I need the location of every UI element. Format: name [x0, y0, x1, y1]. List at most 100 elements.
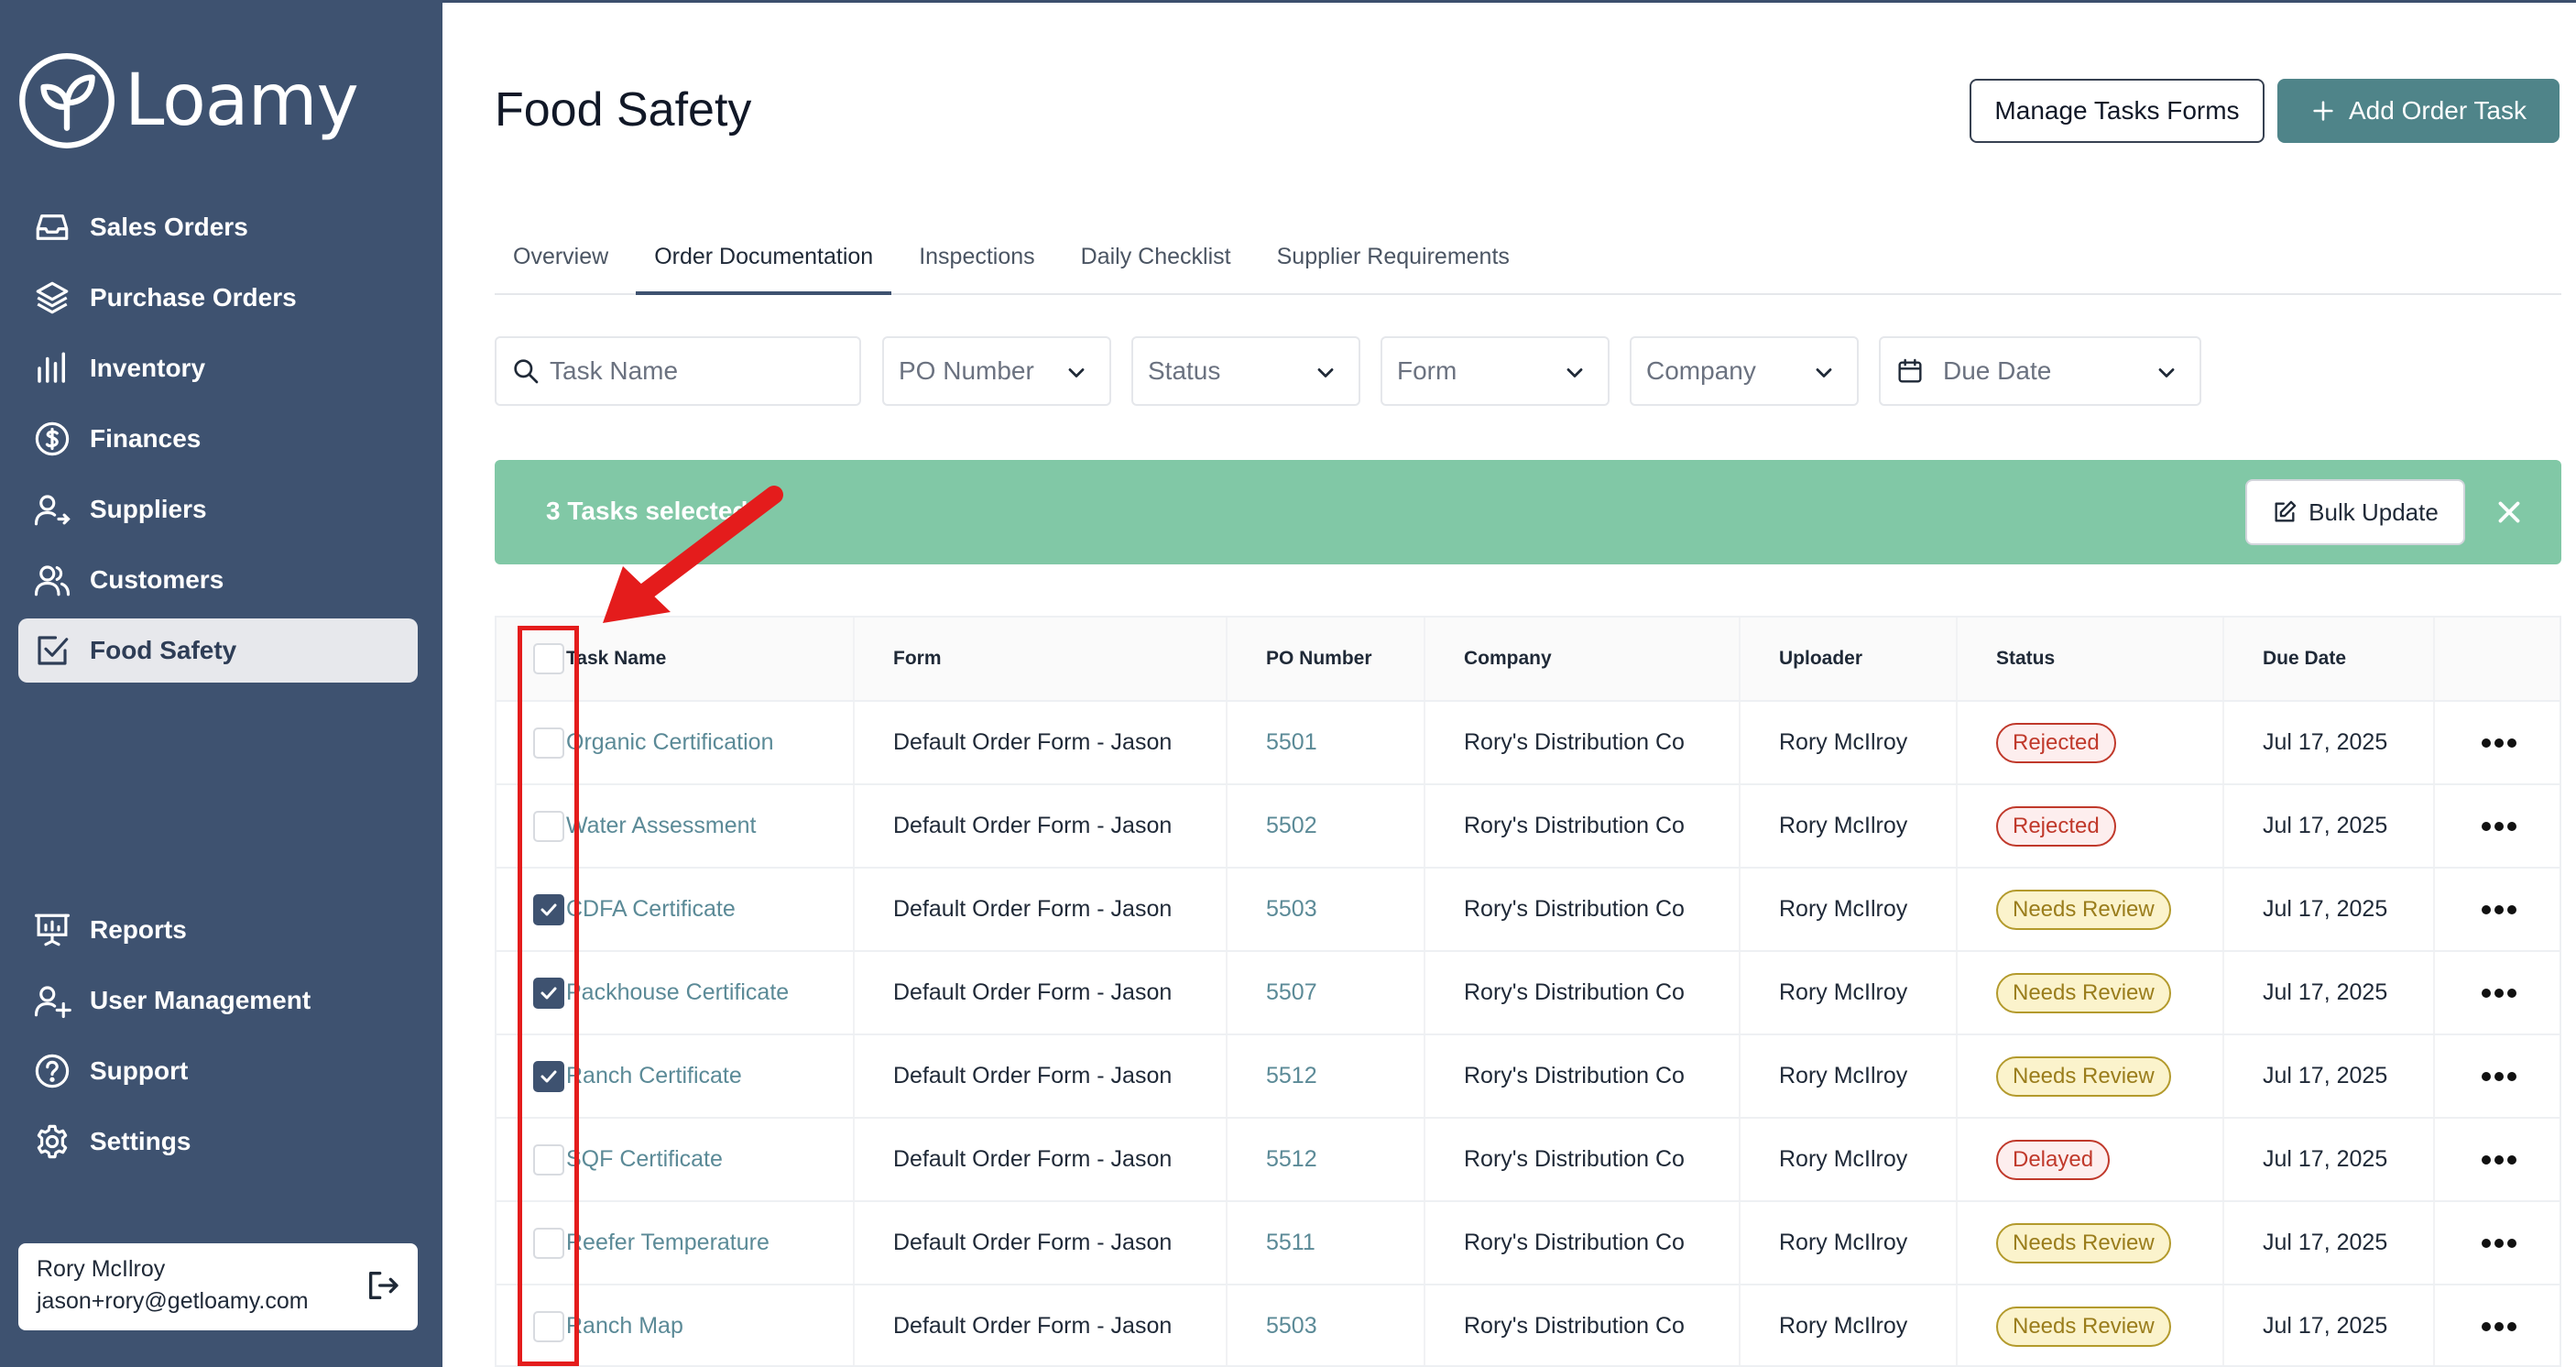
task-name-link[interactable]: Ranch Map	[566, 1313, 683, 1340]
table-row[interactable]: Organic Certification Default Order Form …	[497, 702, 2560, 785]
tab-daily-checklist[interactable]: Daily Checklist	[1063, 229, 1250, 295]
table-row[interactable]: Reefer Temperature Default Order Form - J…	[497, 1202, 2560, 1285]
nav-item-reports[interactable]: Reports	[18, 898, 418, 962]
table-row[interactable]: Packhouse Certificate Default Order Form …	[497, 952, 2560, 1035]
due-date-value: Jul 17, 2025	[2263, 1146, 2388, 1172]
nav-item-inventory[interactable]: Inventory	[18, 336, 418, 400]
task-name-link[interactable]: Water Assessment	[566, 813, 756, 839]
status-badge: Needs Review	[1996, 972, 2171, 1013]
tab-order-documentation[interactable]: Order Documentation	[636, 229, 892, 295]
logout-icon[interactable]	[365, 1267, 401, 1304]
close-icon[interactable]	[2492, 495, 2527, 530]
table-row[interactable]: CDFA Certificate Default Order Form - Jas…	[497, 869, 2560, 952]
status-cell: Needs Review	[1958, 1202, 2224, 1284]
form-filter[interactable]: Form	[1381, 336, 1610, 406]
task-name-link[interactable]: Reefer Temperature	[566, 1230, 770, 1256]
user-arrow-icon	[34, 495, 71, 526]
nav-item-support[interactable]: Support	[18, 1039, 418, 1103]
task-name-link[interactable]: SQF Certificate	[566, 1146, 723, 1173]
more-options-icon[interactable]	[2481, 904, 2517, 915]
more-options-icon[interactable]	[2481, 1071, 2517, 1082]
status-cell: Needs Review	[1958, 869, 2224, 950]
nav-label: Food Safety	[90, 636, 237, 664]
manage-tasks-forms-button[interactable]: Manage Tasks Forms	[1970, 79, 2265, 143]
more-options-icon[interactable]	[2481, 1154, 2517, 1165]
po-number-link[interactable]: 5511	[1266, 1230, 1315, 1256]
nav-item-food-safety[interactable]: Food Safety	[18, 618, 418, 683]
user-name: Rory McIlroy	[37, 1256, 166, 1282]
po-number-link[interactable]: 5502	[1266, 813, 1317, 839]
column-header[interactable]: Status	[1958, 618, 2224, 700]
table-row[interactable]: Ranch Map Default Order Form - Jason 5503 R…	[497, 1285, 2560, 1365]
company-cell: Rory's Distribution Co	[1425, 952, 1741, 1033]
due-date-value: Jul 17, 2025	[2263, 979, 2388, 1005]
task-name-link[interactable]: CDFA Certificate	[566, 896, 736, 923]
po-number-filter[interactable]: PO Number	[882, 336, 1111, 406]
nav-item-customers[interactable]: Customers	[18, 548, 418, 612]
po-number-link[interactable]: 5512	[1266, 1063, 1317, 1089]
column-header[interactable]: Due Date	[2224, 618, 2435, 700]
user-email: jason+rory@getloamy.com	[37, 1288, 309, 1314]
nav-item-sales-orders[interactable]: Sales Orders	[18, 195, 418, 259]
logo[interactable]: Loamy	[18, 51, 359, 150]
task-name-link[interactable]: Ranch Certificate	[566, 1063, 742, 1089]
due-date-cell: Jul 17, 2025	[2224, 1285, 2435, 1365]
bar-chart-icon	[38, 352, 65, 383]
po-number-link[interactable]: 5507	[1266, 979, 1317, 1006]
task-name-search[interactable]: Task Name	[495, 336, 861, 406]
po-number-link[interactable]: 5501	[1266, 729, 1317, 756]
more-options-icon[interactable]	[2481, 988, 2517, 999]
nav-item-settings[interactable]: Settings	[18, 1110, 418, 1174]
status-badge: Needs Review	[1996, 1222, 2171, 1263]
company-cell: Rory's Distribution Co	[1425, 785, 1741, 867]
due-date-value: Jul 17, 2025	[2263, 896, 2388, 922]
form-cell: Default Order Form - Jason	[855, 869, 1228, 950]
nav-label: Support	[90, 1056, 189, 1085]
status-badge: Needs Review	[1996, 1055, 2171, 1097]
company-value: Rory's Distribution Co	[1464, 1313, 1685, 1339]
calendar-icon	[1898, 358, 1922, 383]
more-options-icon[interactable]	[2481, 1238, 2517, 1249]
uploader-cell: Rory McIlroy	[1741, 1285, 1958, 1365]
uploader-value: Rory McIlroy	[1779, 1313, 1908, 1339]
nav-item-suppliers[interactable]: Suppliers	[18, 477, 418, 541]
po-number-cell: 5501	[1228, 702, 1425, 783]
po-number-cell: 5511	[1228, 1202, 1425, 1284]
bulk-update-button[interactable]: Bulk Update	[2245, 479, 2465, 545]
due-date-value: Jul 17, 2025	[2263, 1313, 2388, 1339]
task-name-link[interactable]: Packhouse Certificate	[566, 979, 789, 1006]
uploader-cell: Rory McIlroy	[1741, 702, 1958, 783]
column-header[interactable]: Company	[1425, 618, 1741, 700]
column-header[interactable]: PO Number	[1228, 618, 1425, 700]
task-name-link[interactable]: Organic Certification	[566, 729, 773, 756]
add-order-task-button[interactable]: Add Order Task	[2277, 79, 2560, 143]
column-header[interactable]: Uploader	[1741, 618, 1958, 700]
due-date-cell: Jul 17, 2025	[2224, 952, 2435, 1033]
form-cell: Default Order Form - Jason	[855, 1119, 1228, 1200]
due-date-filter[interactable]: Due Date	[1879, 336, 2201, 406]
due-date-value: Jul 17, 2025	[2263, 813, 2388, 838]
secondary-nav: Reports User Management Support Settings	[18, 898, 418, 1180]
nav-item-purchase-orders[interactable]: Purchase Orders	[18, 266, 418, 330]
nav-item-finances[interactable]: Finances	[18, 407, 418, 471]
company-filter[interactable]: Company	[1630, 336, 1859, 406]
more-options-icon[interactable]	[2481, 1321, 2517, 1332]
tab-supplier-requirements[interactable]: Supplier Requirements	[1259, 229, 1528, 295]
column-header[interactable]: Form	[855, 618, 1228, 700]
form-value: Default Order Form - Jason	[893, 1230, 1173, 1255]
po-number-link[interactable]: 5503	[1266, 1313, 1317, 1340]
status-filter[interactable]: Status	[1131, 336, 1360, 406]
po-number-link[interactable]: 5512	[1266, 1146, 1317, 1173]
company-value: Rory's Distribution Co	[1464, 813, 1685, 838]
table-row[interactable]: Water Assessment Default Order Form - Jas…	[497, 785, 2560, 869]
nav-label: Reports	[90, 915, 187, 944]
po-number-link[interactable]: 5503	[1266, 896, 1317, 923]
actions-cell	[2435, 702, 2560, 783]
table-row[interactable]: SQF Certificate Default Order Form - Jaso…	[497, 1119, 2560, 1202]
table-row[interactable]: Ranch Certificate Default Order Form - Ja…	[497, 1035, 2560, 1119]
more-options-icon[interactable]	[2481, 821, 2517, 832]
tab-overview[interactable]: Overview	[495, 229, 627, 295]
tab-inspections[interactable]: Inspections	[901, 229, 1053, 295]
more-options-icon[interactable]	[2481, 738, 2517, 749]
nav-item-user-management[interactable]: User Management	[18, 968, 418, 1033]
